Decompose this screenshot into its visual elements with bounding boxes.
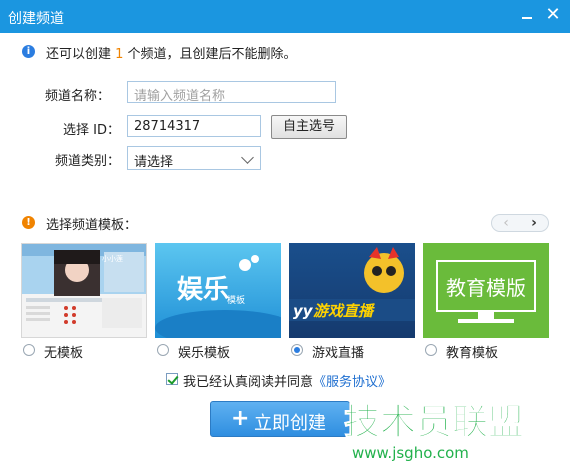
create-now-button[interactable]: + 立即创建 [210,401,350,437]
thumb-education-title: 教育模版 [446,276,526,300]
minimize-button[interactable] [516,4,538,26]
prev-page-button[interactable]: ‹ [492,214,520,232]
service-agreement-link[interactable]: 《服务协议》 [313,375,391,390]
template-education-label: 教育模板 [446,346,499,361]
warning-icon: ! [22,216,35,229]
category-label: 频道类别： [54,154,120,169]
channel-id-input[interactable]: 28714317 [127,115,261,137]
plus-icon: + [231,406,250,431]
template-section-label: 选择频道模板： [46,218,138,233]
template-pager: ‹ › [491,214,549,232]
chevron-down-icon [241,151,254,164]
template-none-label: 无模板 [44,346,84,361]
template-thumb-education[interactable]: 教育模版 [423,243,549,338]
agreement-text: 我已经认真阅读并同意《服务协议》 [183,371,391,390]
info-icon: i [22,45,35,58]
thumb-game-logo: yy [293,302,314,320]
create-now-label: 立即创建 [254,413,326,434]
info-prefix: 还可以创建 [46,47,116,62]
info-text: 还可以创建 1 个频道，且创建后不能删除。 [46,43,297,62]
info-suffix: 个频道，且创建后不能删除。 [123,47,297,62]
thumb-none-caption: 小小莲 [102,254,123,263]
channel-name-label: 频道名称： [44,89,110,104]
thumb-entertainment-title: 娱乐 [177,275,229,305]
watermark-url: www.jsgho.com [352,444,469,462]
template-thumb-education-image: 教育模版 [436,260,536,323]
template-entertainment-label: 娱乐模板 [178,346,231,361]
window-title: 创建频道 [8,11,64,27]
template-thumb-entertainment[interactable]: 娱乐 模板 [155,243,281,338]
radio-none[interactable] [23,344,35,356]
agreement-label: 我已经认真阅读并同意 [183,375,314,390]
watermark-logo: 技术员联盟 www.jsgho.com [344,402,525,463]
close-icon: ✕ [545,4,561,25]
category-select[interactable]: 请选择 [127,146,261,170]
select-id-label: 选择 ID： [63,123,120,138]
radio-entertainment[interactable] [157,344,169,356]
radio-game-live[interactable] [291,344,303,356]
thumb-entertainment-sub: 模板 [227,294,245,306]
channel-name-input[interactable]: 请输入频道名称 [127,81,336,104]
radio-education[interactable] [425,344,437,356]
agreement-checkbox[interactable] [166,373,178,385]
titlebar: 创建频道 ✕ [0,0,570,33]
template-thumb-none-image: 小小莲 [22,244,146,328]
thumb-game-title: 游戏直播 [313,302,375,320]
template-thumb-game-live[interactable]: yy 游戏直播 [289,243,415,338]
template-thumb-entertainment-image: 娱乐 模板 [155,255,281,338]
close-button[interactable]: ✕ [542,4,564,26]
template-game-live-label: 游戏直播 [312,346,365,361]
minimize-icon [522,17,532,19]
self-select-number-button[interactable]: 自主选号 [271,115,347,139]
template-thumb-game-live-image: yy 游戏直播 [289,247,415,321]
watermark-text: 技术员联盟 [344,402,524,443]
next-page-button[interactable]: › [520,214,548,232]
category-value: 请选择 [134,155,174,170]
template-thumb-none[interactable]: 小小莲 [21,243,147,338]
create-channel-dialog: 创建频道 ✕ i 还可以创建 1 个频道，且创建后不能删除。 频道名称： 请输入… [0,0,570,470]
